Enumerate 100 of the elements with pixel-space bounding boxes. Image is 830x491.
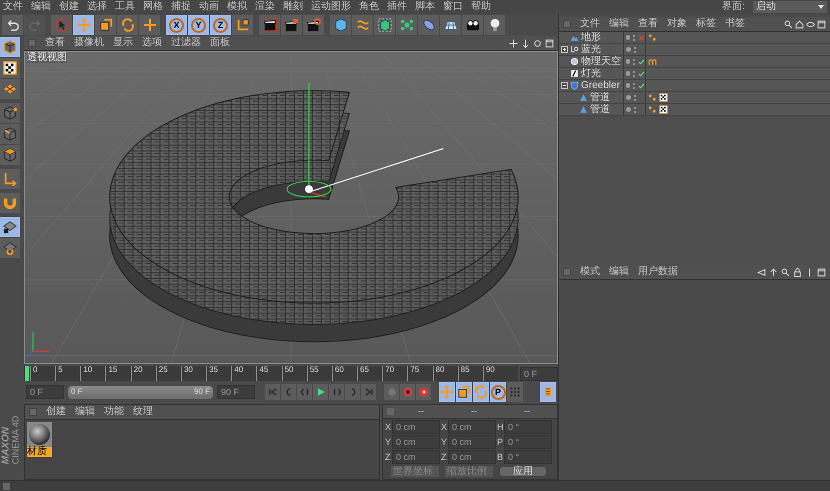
menu-item[interactable]: 查看 bbox=[638, 19, 658, 29]
menu-item[interactable]: 工具 bbox=[115, 2, 135, 12]
menu-item[interactable]: 过滤器 bbox=[171, 38, 201, 48]
tool-button[interactable] bbox=[0, 124, 20, 144]
menu-item[interactable]: 模式 bbox=[580, 267, 600, 277]
column-header: -- bbox=[523, 407, 531, 416]
menu-item[interactable]: 渲染 bbox=[255, 2, 275, 12]
menu-item[interactable]: 文件 bbox=[580, 19, 600, 29]
menu-item[interactable]: 显示 bbox=[113, 38, 133, 48]
tool-button[interactable] bbox=[95, 15, 116, 35]
timeline-tick-label: 45 bbox=[258, 366, 270, 374]
collapse-icon[interactable] bbox=[561, 82, 568, 89]
menu-item[interactable]: 选择 bbox=[87, 2, 107, 12]
rotation-field[interactable]: 0 ° bbox=[504, 435, 552, 449]
menu-item[interactable]: 插件 bbox=[387, 2, 407, 12]
frame-range-slider[interactable]: 0 F 90 F bbox=[68, 386, 213, 398]
menu-item[interactable]: 文件 bbox=[3, 2, 23, 12]
object-row[interactable]: Greebler bbox=[559, 80, 830, 92]
menu-item[interactable]: 编辑 bbox=[75, 407, 95, 417]
tool-button[interactable]: P bbox=[490, 382, 506, 402]
menu-item[interactable]: 窗口 bbox=[443, 2, 463, 12]
material-swatch[interactable]: 材质 bbox=[27, 422, 52, 457]
tool-button[interactable] bbox=[0, 145, 20, 165]
end-frame-field[interactable]: 90 F bbox=[217, 385, 255, 399]
rotation-field[interactable]: 0 ° bbox=[504, 450, 552, 464]
menu-item[interactable]: 编辑 bbox=[609, 19, 629, 29]
position-field[interactable]: 0 cm bbox=[392, 420, 440, 434]
object-row[interactable]: 管道 bbox=[559, 92, 830, 104]
autokey-button[interactable] bbox=[400, 384, 415, 400]
object-row[interactable]: 蓝光 bbox=[559, 44, 830, 56]
playback-button[interactable] bbox=[345, 384, 360, 400]
object-row[interactable]: 灯光 bbox=[559, 68, 830, 80]
axis-label: Z bbox=[385, 452, 391, 462]
cross-icon[interactable] bbox=[638, 34, 645, 42]
playback-button[interactable] bbox=[361, 384, 376, 400]
tool-button[interactable] bbox=[259, 15, 280, 35]
menu-item[interactable]: 对象 bbox=[667, 19, 687, 29]
menu-item[interactable]: 帮助 bbox=[471, 2, 491, 12]
play-button[interactable] bbox=[313, 384, 328, 400]
position-field[interactable]: 0 cm bbox=[392, 435, 440, 449]
menu-item[interactable]: 面板 bbox=[210, 38, 230, 48]
cube-icon bbox=[334, 18, 348, 32]
menu-item[interactable]: 动画 bbox=[199, 2, 219, 12]
tool-button[interactable] bbox=[0, 217, 20, 237]
check-icon[interactable] bbox=[638, 58, 645, 66]
rotate-icon bbox=[474, 385, 488, 399]
tool-button[interactable] bbox=[456, 382, 472, 402]
current-frame-field[interactable]: 0 F bbox=[520, 366, 558, 380]
eye-icon bbox=[806, 20, 815, 28]
menu-item[interactable]: 创建 bbox=[46, 407, 66, 417]
check-icon[interactable] bbox=[638, 70, 645, 78]
menu-item[interactable]: 纹理 bbox=[133, 407, 153, 417]
tool-button[interactable] bbox=[303, 15, 324, 35]
tool-button[interactable] bbox=[0, 58, 20, 78]
menu-item[interactable]: 书签 bbox=[725, 19, 745, 29]
tool-button[interactable] bbox=[0, 37, 20, 57]
playback-button[interactable] bbox=[281, 384, 296, 400]
menu-item[interactable]: 标签 bbox=[696, 19, 716, 29]
menu-item[interactable]: 模拟 bbox=[227, 2, 247, 12]
menu-item[interactable]: 网格 bbox=[143, 2, 163, 12]
menu-item[interactable]: 选项 bbox=[142, 38, 162, 48]
check-icon[interactable] bbox=[638, 82, 645, 90]
start-frame-field[interactable]: 0 F bbox=[26, 385, 64, 399]
position-field[interactable]: 0 cm bbox=[392, 450, 440, 464]
timeline-tick-label: 65 bbox=[359, 366, 370, 374]
playback-button[interactable] bbox=[265, 384, 280, 400]
object-row[interactable]: 管道 bbox=[559, 104, 830, 116]
menu-item[interactable]: 摄像机 bbox=[74, 38, 104, 48]
tool-button[interactable] bbox=[0, 103, 20, 123]
menu-item[interactable]: 捕捉 bbox=[171, 2, 191, 12]
keyframe-button[interactable] bbox=[416, 384, 431, 400]
size-field[interactable]: 0 cm bbox=[448, 450, 496, 464]
size-field[interactable]: 0 cm bbox=[448, 420, 496, 434]
axis-toggle-button[interactable]: Z bbox=[210, 15, 231, 35]
timeline-tick-label: 15 bbox=[107, 366, 118, 374]
menu-item[interactable]: 编辑 bbox=[31, 2, 51, 12]
object-row[interactable]: 物理天空 bbox=[559, 56, 830, 68]
menu-item[interactable]: 功能 bbox=[104, 407, 124, 417]
menu-item[interactable]: 查看 bbox=[45, 38, 65, 48]
layout-dropdown[interactable]: 启动 bbox=[753, 1, 827, 13]
expand-icon[interactable] bbox=[561, 46, 568, 53]
tool-button[interactable] bbox=[462, 15, 483, 35]
menu-item[interactable]: 脚本 bbox=[415, 2, 435, 12]
size-field[interactable]: 0 cm bbox=[448, 435, 496, 449]
undo-button[interactable] bbox=[2, 15, 23, 35]
menu-item[interactable]: 用户数据 bbox=[638, 267, 678, 277]
axis-toggle-button[interactable]: Y bbox=[188, 15, 209, 35]
rotation-field[interactable]: 0 ° bbox=[504, 420, 552, 434]
menu-item[interactable]: 角色 bbox=[359, 2, 379, 12]
axis-toggle-button[interactable]: X bbox=[166, 15, 187, 35]
menu-item[interactable]: 编辑 bbox=[609, 267, 629, 277]
menu-item[interactable]: 运动图形 bbox=[311, 2, 351, 12]
menu-item[interactable]: 创建 bbox=[59, 2, 79, 12]
menu-item[interactable]: 雕刻 bbox=[283, 2, 303, 12]
column-header: -- bbox=[417, 407, 425, 416]
timeline-window-button[interactable] bbox=[540, 382, 556, 402]
object-row[interactable]: 地形 bbox=[559, 32, 830, 44]
apply-button[interactable]: 应用 bbox=[499, 466, 547, 477]
playback-button[interactable] bbox=[297, 384, 312, 400]
playback-button[interactable] bbox=[329, 384, 344, 400]
